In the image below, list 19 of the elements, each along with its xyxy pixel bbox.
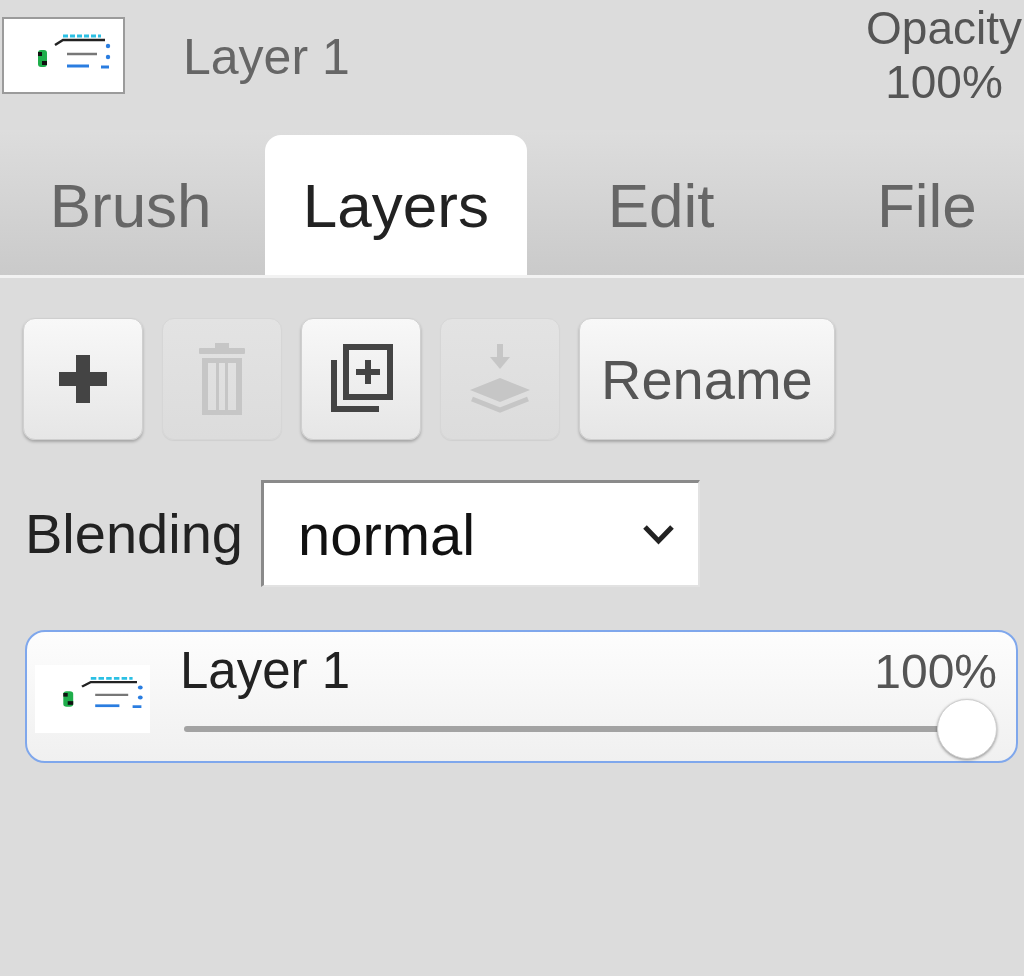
arrow-down-stack-icon <box>468 344 532 414</box>
opacity-value: 100% <box>885 55 1003 109</box>
blending-label: Blending <box>25 501 243 566</box>
tab[interactable]: Brush <box>0 135 262 275</box>
add-layer-button[interactable] <box>23 318 143 440</box>
opacity-label: Opacity <box>866 1 1022 55</box>
plus-icon <box>59 355 107 403</box>
layer-name: Layer 1 <box>183 28 350 86</box>
tab[interactable]: Edit <box>530 135 792 275</box>
layer-row[interactable]: Layer 1 100% <box>25 630 1018 763</box>
opacity-value: 100% <box>874 644 997 700</box>
trash-icon <box>199 343 245 415</box>
rename-button[interactable]: Rename <box>579 318 835 440</box>
slider-thumb[interactable] <box>937 699 997 759</box>
tab[interactable]: File <box>795 135 1024 275</box>
duplicate-layer-button[interactable] <box>301 318 421 440</box>
blending-select[interactable]: normal <box>260 480 700 587</box>
layer-name: Layer 1 <box>180 643 351 699</box>
duplicate-icon <box>329 344 393 414</box>
